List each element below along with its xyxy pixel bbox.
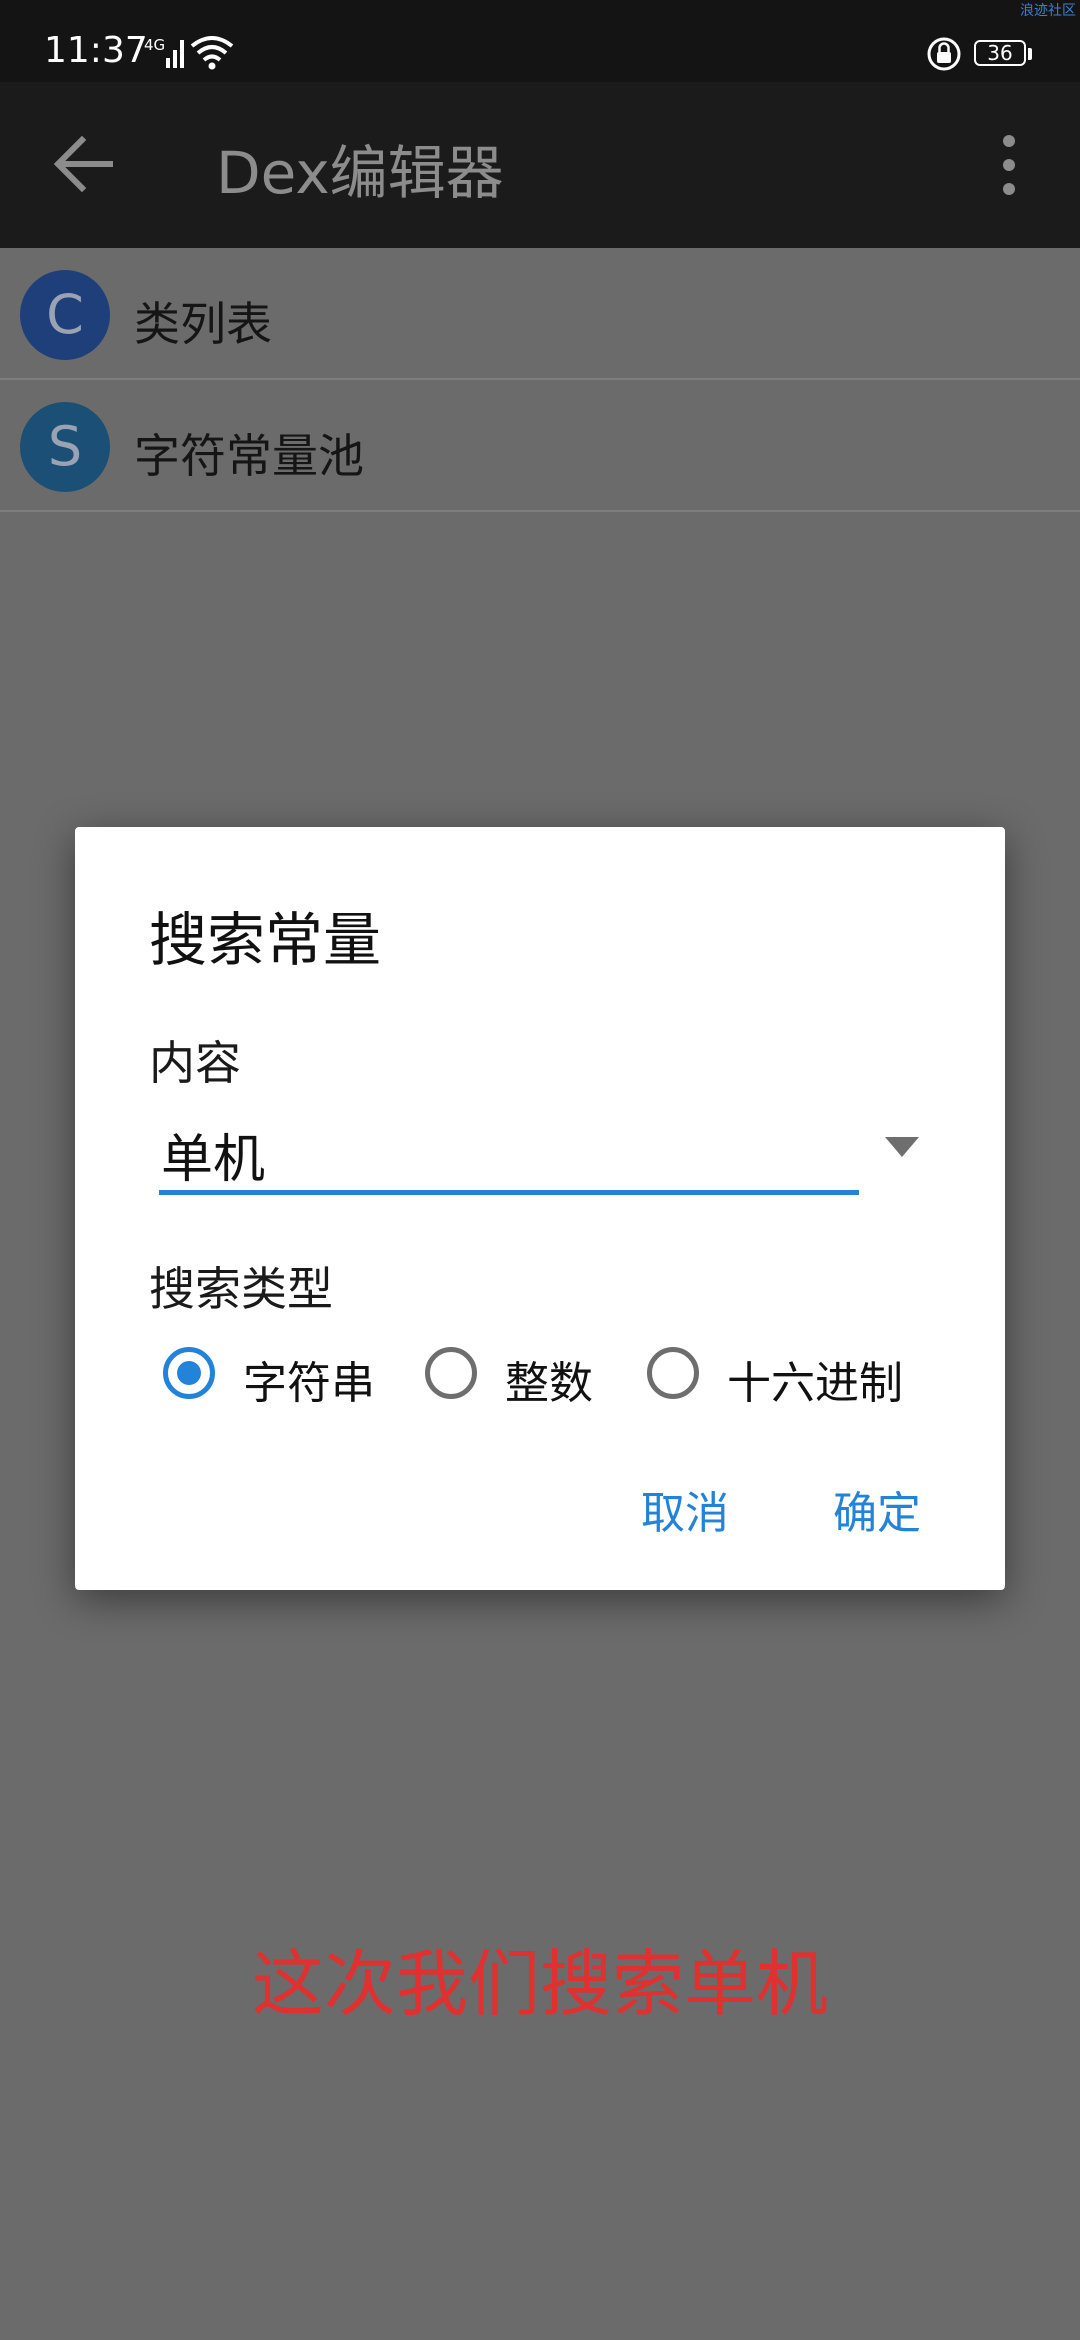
signal-icon bbox=[166, 40, 184, 68]
content-label: 内容 bbox=[149, 1036, 241, 1090]
dropdown-arrow-icon[interactable] bbox=[885, 1137, 919, 1157]
list-item-label: 字符常量池 bbox=[134, 429, 364, 483]
status-time: 11:37 bbox=[44, 30, 148, 71]
app-title: Dex编辑器 bbox=[216, 139, 504, 207]
network-type: 4G bbox=[144, 36, 166, 54]
list-item-string-pool[interactable]: S 字符常量池 bbox=[0, 380, 1080, 512]
section-list: C 类列表 S 字符常量池 bbox=[0, 248, 1080, 512]
list-item-label: 类列表 bbox=[134, 297, 272, 351]
back-arrow-icon[interactable] bbox=[50, 134, 116, 194]
battery-indicator: 36 bbox=[974, 40, 1026, 66]
search-constant-dialog: 搜索常量 内容 单机 搜索类型 字符串 整数 十六进制 取消 确定 bbox=[75, 827, 1005, 1590]
rotation-lock-icon bbox=[927, 37, 961, 71]
radio-label[interactable]: 字符串 bbox=[243, 1347, 375, 1411]
cancel-button[interactable]: 取消 bbox=[641, 1477, 729, 1541]
radio-unchecked-icon[interactable] bbox=[425, 1347, 477, 1399]
list-item-class-list[interactable]: C 类列表 bbox=[0, 248, 1080, 380]
confirm-button[interactable]: 确定 bbox=[833, 1477, 921, 1541]
radio-checked-icon[interactable] bbox=[163, 1347, 215, 1399]
search-type-radio-group: 字符串 整数 十六进制 bbox=[163, 1343, 983, 1413]
more-options-icon[interactable] bbox=[994, 132, 1024, 198]
radio-dot bbox=[177, 1361, 201, 1385]
radio-unchecked-icon[interactable] bbox=[647, 1347, 699, 1399]
radio-label[interactable]: 整数 bbox=[505, 1347, 593, 1411]
content-input[interactable]: 单机 bbox=[159, 1113, 859, 1195]
app-bar: Dex编辑器 bbox=[0, 82, 1080, 248]
battery-tip bbox=[1028, 48, 1032, 60]
status-bar: 11:37 4G 浪迹社区 36 bbox=[0, 0, 1080, 82]
avatar: C bbox=[20, 270, 110, 360]
watermark: 浪迹社区 bbox=[1020, 3, 1076, 19]
search-type-label: 搜索类型 bbox=[149, 1262, 333, 1316]
dialog-title: 搜索常量 bbox=[149, 906, 382, 974]
wifi-icon bbox=[190, 36, 234, 70]
content-input-value[interactable]: 单机 bbox=[161, 1117, 265, 1192]
caption-text: 这次我们搜索单机 bbox=[251, 1942, 828, 2026]
avatar: S bbox=[20, 402, 110, 492]
radio-label[interactable]: 十六进制 bbox=[727, 1347, 903, 1411]
